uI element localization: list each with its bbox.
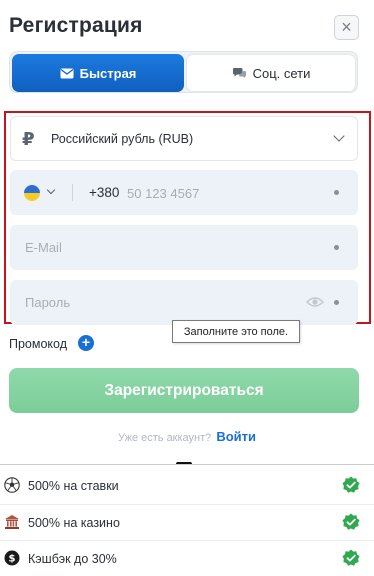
chevron-down-icon (333, 130, 345, 142)
bonus-text: 500% на ставки (28, 479, 119, 493)
password-placeholder: Пароль (25, 295, 71, 310)
tab-social-label: Соц. сети (252, 65, 311, 81)
close-icon: × (341, 17, 352, 37)
register-button[interactable]: Зарегистрироваться (9, 368, 359, 413)
check-badge-icon (342, 513, 360, 530)
phone-field[interactable]: +380 50 123 4567 (10, 170, 358, 215)
page-title: Регистрация (9, 14, 143, 37)
validation-tooltip: Заполните это поле. (172, 320, 300, 343)
promo-label[interactable]: Промокод (9, 337, 67, 351)
list-item: 500% на казино (0, 504, 374, 539)
phone-placeholder: 50 123 4567 (127, 186, 200, 201)
eye-icon[interactable] (306, 295, 324, 309)
account-question: Уже есть аккаунт? (117, 432, 212, 444)
envelope-icon (60, 68, 74, 78)
flag-icon[interactable] (24, 185, 40, 201)
currency-value: Российский рубль (RUB) (51, 132, 194, 146)
account-line: Уже есть аккаунт? Войти (0, 429, 374, 444)
required-dot-icon (334, 300, 339, 305)
registration-tabs: Быстрая Соц. сети (9, 51, 358, 93)
login-link[interactable]: Войти (216, 429, 256, 444)
email-placeholder: E-Mail (25, 240, 62, 255)
tab-fast-label: Быстрая (79, 65, 137, 81)
casino-icon (5, 515, 19, 529)
list-item: 500% на ставки (0, 468, 374, 503)
list-item: $ Кэшбэк до 30% (0, 540, 374, 575)
cashback-icon: $ (4, 550, 20, 566)
currency-select[interactable]: ₽ Российский рубль (RUB) (10, 116, 358, 161)
check-badge-icon (342, 476, 360, 493)
divider (72, 184, 73, 201)
ruble-icon: ₽ (22, 129, 35, 149)
bonus-text: Кэшбэк до 30% (28, 552, 117, 566)
svg-text:$: $ (9, 554, 16, 565)
tab-social[interactable]: Соц. сети (186, 54, 356, 92)
required-dot-icon (334, 190, 339, 195)
soccer-ball-icon (4, 477, 20, 493)
chat-icon (232, 67, 246, 78)
plus-icon[interactable]: + (78, 335, 94, 351)
close-button[interactable]: × (334, 15, 359, 40)
check-badge-icon (342, 549, 360, 566)
phone-code: +380 (89, 185, 120, 200)
chevron-down-icon[interactable] (46, 185, 56, 195)
bonus-panel: 500% на ставки 500% на казино $ Кэшбэк д… (0, 464, 374, 576)
tab-fast[interactable]: Быстрая (12, 54, 184, 92)
password-field[interactable]: Пароль (10, 280, 358, 325)
bonus-text: 500% на казино (28, 516, 120, 530)
required-dot-icon (334, 245, 339, 250)
email-field[interactable]: E-Mail (10, 225, 358, 270)
